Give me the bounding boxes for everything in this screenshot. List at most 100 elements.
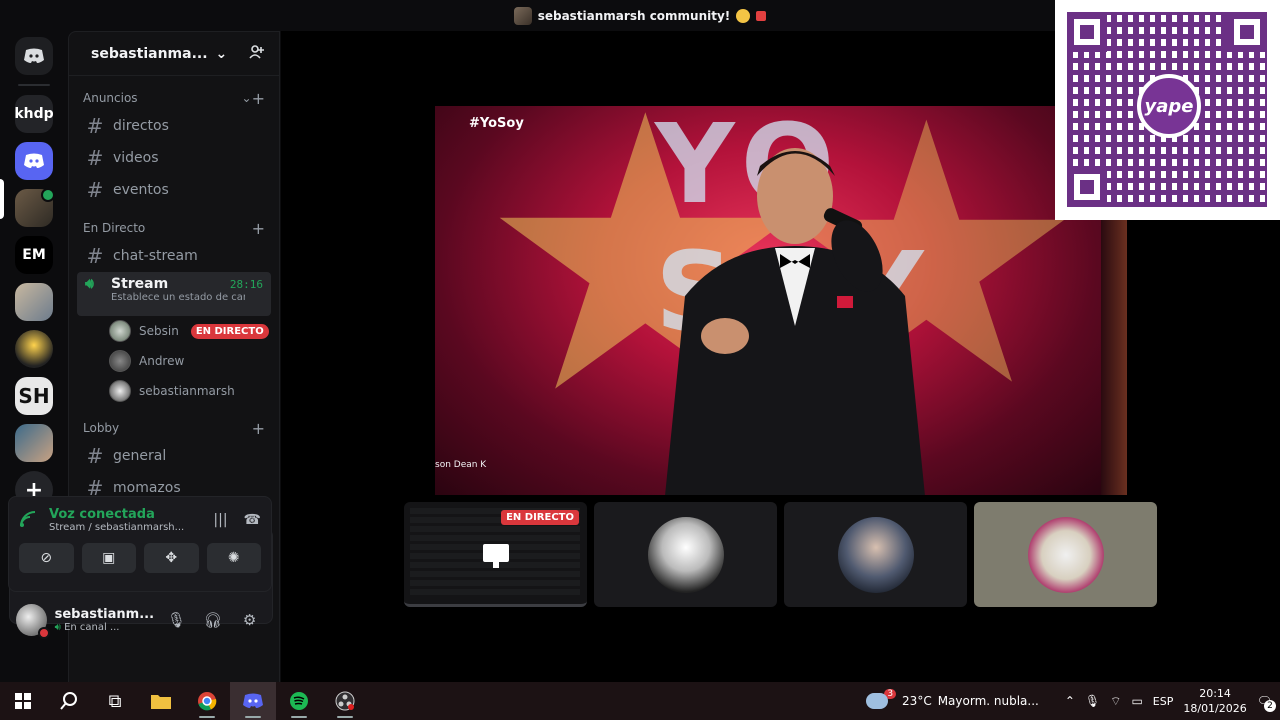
windows-logo-icon xyxy=(15,693,31,709)
chevron-down-icon: ⌄ xyxy=(241,91,252,105)
soundboard-button[interactable]: ✺ xyxy=(206,543,261,573)
running-indicator xyxy=(245,716,261,718)
participant-tile[interactable] xyxy=(784,502,967,607)
channel-eventos[interactable]: # eventos xyxy=(77,174,271,206)
chevron-down-icon: ⌄ xyxy=(215,45,228,62)
server-avatar[interactable] xyxy=(15,283,53,321)
add-channel-icon[interactable]: + xyxy=(252,89,265,108)
voice-connection-panel: Voz conectada Stream / sebastianmarsh...… xyxy=(8,496,272,592)
invite-people-icon[interactable] xyxy=(249,44,265,64)
stream-video[interactable]: ★ ★ YO SOY #YoSoy son Dean K xyxy=(435,106,1101,495)
spotify-icon xyxy=(290,692,308,710)
qr-finder xyxy=(1067,167,1107,207)
server-penguin[interactable] xyxy=(15,330,53,368)
running-indicator xyxy=(199,716,215,718)
category-anuncios[interactable]: Anuncios ⌄ + xyxy=(69,86,279,110)
obs-button[interactable] xyxy=(322,682,368,720)
clock[interactable]: 20:14 18/01/2026 xyxy=(1183,686,1246,716)
category-lobby[interactable]: Lobby + xyxy=(69,416,279,440)
screen-share-button[interactable]: ▣ xyxy=(81,543,136,573)
running-indicator xyxy=(337,716,353,718)
server-icon xyxy=(513,6,532,25)
discord-window: sebastianmarsh community! khdp EM SH + s… xyxy=(0,0,1280,682)
guild-header[interactable]: sebastianma... ⌄ xyxy=(69,32,279,76)
user-info[interactable]: sebastianm... 🔊︎ En canal ... xyxy=(55,607,154,633)
activities-button[interactable]: ✥ xyxy=(144,543,199,573)
channel-chat-stream[interactable]: # chat-stream xyxy=(77,240,271,272)
voice-user[interactable]: Andrew xyxy=(69,346,279,376)
microphone-icon[interactable]: 🎙︎ xyxy=(1085,694,1100,708)
wifi-icon[interactable]: ⌔ xyxy=(1110,694,1121,709)
discord-logo-icon xyxy=(243,693,263,708)
hash-icon: # xyxy=(86,444,104,468)
yape-logo: yape xyxy=(1137,74,1201,138)
voice-channel-name: Stream xyxy=(111,276,169,292)
notifications-icon[interactable]: 🗨︎ 2 xyxy=(1257,694,1276,712)
channel-directos[interactable]: # directos xyxy=(77,110,271,142)
disconnect-icon[interactable]: ☎ xyxy=(244,512,261,528)
server-khdp[interactable]: khdp xyxy=(14,95,54,133)
guild-name: sebastianma... xyxy=(91,45,208,62)
voice-status-title: Voz conectada xyxy=(49,507,155,522)
battery-icon[interactable]: ▭ xyxy=(1131,694,1142,708)
server-em[interactable]: EM xyxy=(15,236,53,274)
singer-figure xyxy=(665,148,925,495)
avatar xyxy=(1027,516,1104,593)
start-button[interactable] xyxy=(0,682,46,720)
server-avatar[interactable] xyxy=(15,424,53,462)
screen-share-icon: ▣ xyxy=(102,550,116,566)
stream-tile-sebsin[interactable]: EN DIRECTO xyxy=(404,502,587,607)
task-view-button[interactable]: ⧉ xyxy=(92,682,138,720)
chevron-up-icon[interactable]: ⌃ xyxy=(1065,694,1075,708)
emoji-icon xyxy=(756,10,767,21)
avatar xyxy=(647,516,724,593)
hash-icon: # xyxy=(86,244,104,268)
channel-general[interactable]: # general xyxy=(77,440,271,472)
participant-tile-andrew[interactable] xyxy=(594,502,777,607)
notification-count: 2 xyxy=(1264,700,1276,712)
file-explorer-button[interactable] xyxy=(138,682,184,720)
discord-home-button[interactable] xyxy=(15,37,53,75)
hash-icon: # xyxy=(86,178,104,202)
speaker-icon: 🔊︎ xyxy=(54,622,65,633)
cloud-icon xyxy=(866,693,889,709)
obs-icon xyxy=(335,691,355,711)
voice-status-subtitle[interactable]: Stream / sebastianmarsh... xyxy=(49,522,203,533)
camera-off-button[interactable]: ⊘ xyxy=(19,543,74,573)
server-discord[interactable] xyxy=(15,142,53,180)
activities-icon: ✥ xyxy=(165,550,178,566)
qr-pattern: yape xyxy=(1067,12,1267,207)
chrome-button[interactable] xyxy=(184,682,230,720)
voice-active-icon xyxy=(41,188,55,202)
avatar xyxy=(109,320,131,342)
server-sebastianmarsh-community[interactable] xyxy=(15,188,55,227)
headphones-icon[interactable]: 🎧︎ xyxy=(199,611,228,629)
user-avatar[interactable] xyxy=(16,604,50,639)
voice-channel-stream[interactable]: 🔊︎ Stream 28:16 Establece un estado de c… xyxy=(77,272,271,316)
server-sh[interactable]: SH xyxy=(15,377,53,415)
weather-temp: 23°C xyxy=(902,694,932,708)
settings-gear-icon[interactable]: ⚙ xyxy=(235,611,264,629)
discord-taskbar-button[interactable] xyxy=(230,682,276,720)
hash-icon: # xyxy=(86,146,104,170)
language-indicator[interactable]: ESP xyxy=(1153,695,1174,708)
spotify-button[interactable] xyxy=(276,682,322,720)
video-edge xyxy=(1101,220,1127,495)
voice-user[interactable]: Sebsin EN DIRECTO xyxy=(69,316,279,346)
microphone-icon[interactable]: 🎙︎ xyxy=(162,611,191,629)
live-badge: EN DIRECTO xyxy=(501,510,579,525)
voice-user[interactable]: sebastianmarsh xyxy=(69,376,279,406)
add-channel-icon[interactable]: + xyxy=(252,219,265,238)
username: sebastianm... xyxy=(54,607,155,622)
windows-taskbar: ⧉ 3 23°C Mayorm. nubla... ⌃ 🎙︎ ⌔ ▭ ESP 2… xyxy=(0,682,1280,720)
category-en-directo[interactable]: En Directo + xyxy=(69,216,279,240)
video-hashtag: #YoSoy xyxy=(469,116,524,131)
signal-icon[interactable] xyxy=(19,510,39,530)
weather-widget[interactable]: 3 23°C Mayorm. nubla... xyxy=(866,689,1039,709)
noise-suppression-icon[interactable]: ||| xyxy=(213,512,227,528)
add-channel-icon[interactable]: + xyxy=(252,419,265,438)
participant-tile[interactable] xyxy=(974,502,1157,607)
channel-status[interactable]: Establece un estado de can... xyxy=(85,292,245,303)
search-button[interactable] xyxy=(46,682,92,720)
channel-videos[interactable]: # videos xyxy=(77,142,271,174)
